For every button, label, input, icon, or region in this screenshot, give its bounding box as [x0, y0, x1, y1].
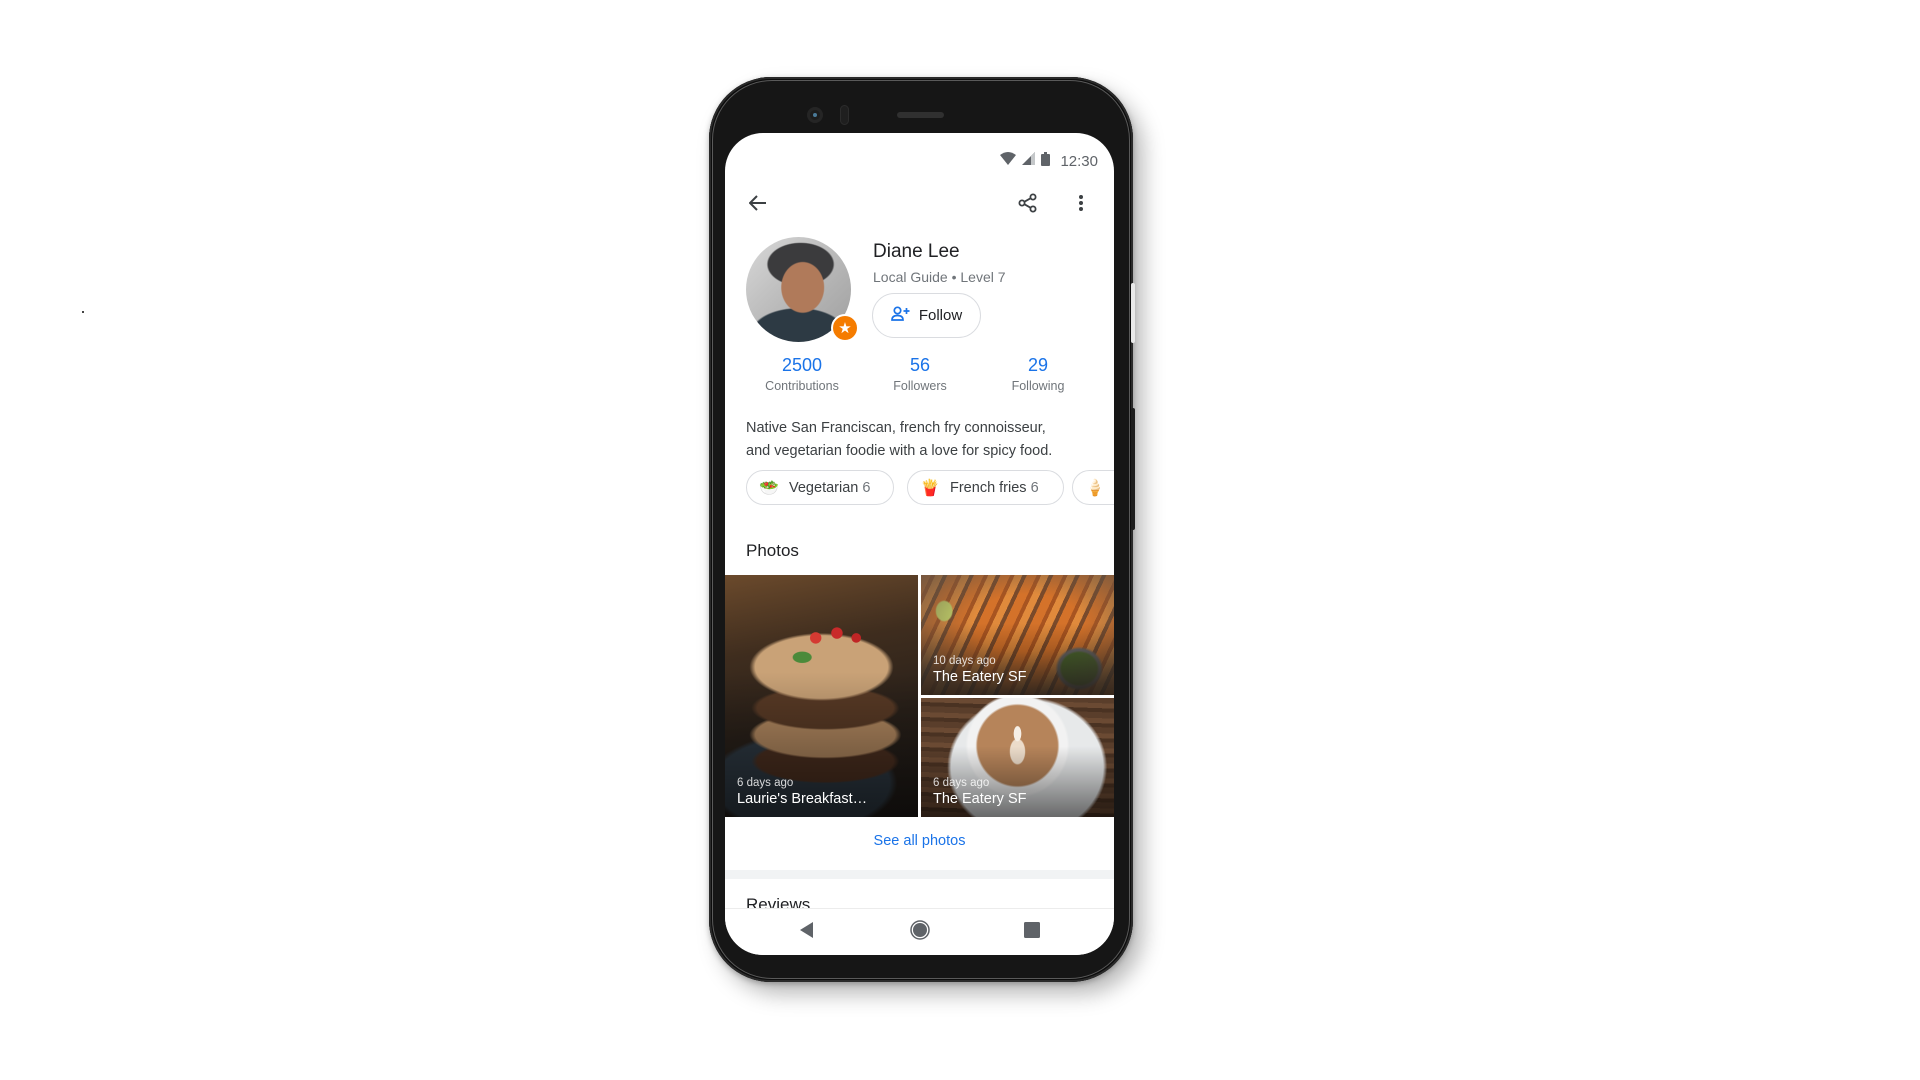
- nav-back-icon: [800, 922, 814, 943]
- photo-place: The Eatery SF: [933, 669, 1027, 685]
- app-bar: [725, 185, 1114, 225]
- stat-label: Following: [1011, 379, 1065, 393]
- local-guide-badge: ★: [831, 314, 859, 342]
- status-time: 12:30: [1060, 152, 1098, 170]
- french-fries-icon: 🍟: [920, 479, 940, 497]
- photo-tile[interactable]: 10 days ago The Eatery SF: [921, 575, 1114, 695]
- profile-bio: Native San Franciscan, french fry connoi…: [746, 417, 1096, 463]
- chip-vegetarian[interactable]: 🥗 Vegetarian 6: [746, 470, 894, 505]
- stat-label: Followers: [893, 379, 947, 393]
- see-all-photos-link[interactable]: See all photos: [725, 833, 1114, 849]
- stat-followers[interactable]: 56 Followers: [861, 353, 979, 395]
- stat-value: 29: [1027, 355, 1049, 375]
- bio-line: Native San Franciscan, french fry connoi…: [746, 420, 1046, 436]
- proximity-sensor: [840, 105, 849, 125]
- stat-contributions[interactable]: 2500 Contributions: [743, 353, 861, 395]
- phone-screen: 12:30 ★ Diane Lee Local Guide • Level 7 …: [725, 133, 1114, 955]
- front-camera: [807, 107, 823, 123]
- profile-name: Diane Lee: [873, 241, 960, 262]
- photo-place: Laurie's Breakfast…: [737, 791, 868, 807]
- nav-recents-icon: [1024, 922, 1040, 943]
- chip-count: 6: [862, 479, 871, 496]
- bio-line: and vegetarian foodie with a love for sp…: [746, 443, 1053, 459]
- photo-time: 6 days ago: [737, 777, 794, 789]
- nav-home-icon: [910, 920, 930, 945]
- photo-time: 6 days ago: [933, 777, 990, 789]
- section-divider: [725, 870, 1114, 879]
- stat-label: Contributions: [765, 379, 839, 393]
- nav-recents-button[interactable]: [1012, 909, 1052, 955]
- ice-cream-icon: 🍦: [1085, 479, 1105, 497]
- stat-value: 2500: [781, 355, 823, 375]
- chip-label: Vegetarian: [789, 479, 859, 496]
- stat-following[interactable]: 29 Following: [979, 353, 1097, 395]
- photo-place: The Eatery SF: [933, 791, 1027, 807]
- photos-section-title: Photos: [746, 541, 799, 560]
- star-icon: ★: [838, 319, 852, 337]
- earpiece-speaker: [897, 112, 944, 118]
- photo-tile[interactable]: 6 days ago Laurie's Breakfast…: [725, 575, 918, 817]
- battery-icon: [1041, 151, 1051, 171]
- status-bar: 12:30: [725, 149, 1114, 173]
- interest-chips: 🥗 Vegetarian 6 🍟 French fries 6 🍦: [746, 470, 1114, 505]
- salad-icon: 🥗: [759, 479, 779, 497]
- back-button[interactable]: [746, 193, 770, 217]
- arrow-back-icon: [748, 194, 767, 216]
- cellular-signal-icon: [1022, 152, 1036, 170]
- power-button: [1131, 283, 1135, 343]
- volume-rocker: [1131, 408, 1135, 530]
- share-button[interactable]: [1016, 193, 1040, 217]
- more-vert-icon: [1078, 194, 1084, 217]
- wifi-icon: [1000, 152, 1017, 170]
- stray-dot: [82, 311, 84, 313]
- chip-ice-cream[interactable]: 🍦: [1072, 470, 1114, 505]
- chip-french-fries[interactable]: 🍟 French fries 6: [907, 470, 1064, 505]
- share-icon: [1018, 193, 1038, 218]
- follow-button[interactable]: Follow: [872, 293, 981, 338]
- profile-stats: 2500 Contributions 56 Followers 29 Follo…: [725, 353, 1114, 399]
- photo-time: 10 days ago: [933, 655, 996, 667]
- follow-label: Follow: [918, 307, 963, 324]
- photo-grid: 6 days ago Laurie's Breakfast… 10 days a…: [725, 575, 1114, 817]
- status-icons: 12:30: [1000, 149, 1098, 173]
- profile-subtitle: Local Guide • Level 7: [873, 269, 1006, 285]
- nav-home-button[interactable]: [900, 909, 940, 955]
- chip-count: 6: [1030, 479, 1039, 496]
- more-options-button[interactable]: [1069, 193, 1093, 217]
- system-nav-bar: [725, 908, 1114, 955]
- photo-tile[interactable]: 6 days ago The Eatery SF: [921, 698, 1114, 817]
- stat-value: 56: [909, 355, 931, 375]
- person-add-icon: [890, 306, 910, 325]
- chip-label: French fries: [950, 479, 1027, 496]
- nav-back-button[interactable]: [787, 909, 827, 955]
